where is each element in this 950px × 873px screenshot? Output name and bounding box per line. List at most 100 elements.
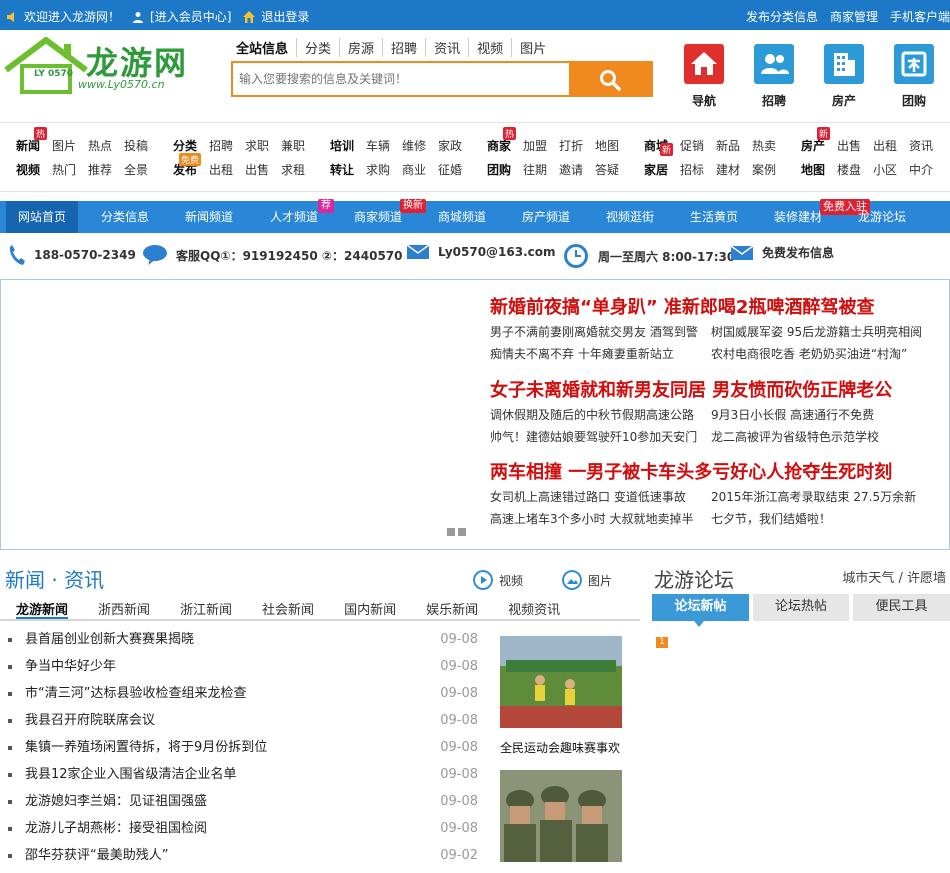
headline-3-sub-3[interactable]: 高速上堵车3个多小时 大叔就地卖掉半 [490,510,693,527]
nav-shortcut[interactable]: 导航 [684,44,724,109]
logo-url: www.Ly0570.cn [78,78,165,91]
forum-tab-new[interactable]: 论坛新帖 [652,594,749,621]
search-tab-jobs[interactable]: 招聘 [383,38,427,57]
forum-tabs: 论坛新帖 论坛热帖 便民工具 [652,594,950,622]
mail-icon [406,244,430,259]
search-icon [600,70,621,91]
list-item[interactable]: 龙游媳妇李兰娟：见证祖国强盛 09-08 [8,792,478,819]
contact-publish[interactable]: 免费发布信息 [730,244,834,261]
headline-1-sub-1[interactable]: 男子不满前妻刚离婚就交男友 酒驾到警 [490,323,698,340]
home-small-icon [243,10,256,23]
nav-classified[interactable]: 分类信息 [101,201,149,233]
search-tab-classified[interactable]: 分类 [297,38,341,57]
logo-badge: LY 0570 [34,69,74,79]
sports-photo [500,636,622,728]
list-item[interactable]: 争当中华好少年 09-08 [8,657,478,684]
list-item[interactable]: 邵华芬获评“最美助残人” 09-02 [8,846,478,873]
realestate-shortcut[interactable]: 房产 [824,44,864,109]
forum-tab-hot[interactable]: 论坛热帖 [753,594,849,621]
header-icons: 导航 招聘 房产 团购 [684,44,934,109]
news-section-title: 新闻 · 资讯 [5,568,105,592]
news-photo-1[interactable]: 全民运动会趣味赛事欢 [500,636,622,756]
headline-2-sub-1[interactable]: 调休假期及随后的中秋节假期高速公路 [490,406,694,423]
jobs-shortcut[interactable]: 招聘 [754,44,794,109]
logout-link[interactable]: 退出登录 [261,8,309,25]
house-logo-icon [4,37,88,94]
headline-1[interactable]: 新婚前夜搞“单身趴” 准新郎喝2瓶啤酒醉驾被查 [490,293,874,319]
news-video-link[interactable]: 视频 [473,570,523,590]
forum-tab-tools[interactable]: 便民工具 [853,594,950,621]
search-box [231,61,653,97]
coupon-icon [894,44,934,84]
nav-home[interactable]: 网站首页 [6,201,79,233]
search-tabs: 全站信息 分类 房源 招聘 资讯 视频 图片 [236,38,554,57]
news-tab-zhejiang[interactable]: 浙江新闻 [180,595,232,619]
nav-mall[interactable]: 商城频道 [438,201,486,233]
top-bar: 欢迎进入龙游网！ [进入会员中心] 退出登录 发布分类信息 商家管理 手机客户端 [0,0,950,30]
news-tab-society[interactable]: 社会新闻 [262,595,314,619]
headline-3-sub-4[interactable]: 七夕节，我们结婚啦！ [711,510,831,527]
publish-info-link[interactable]: 发布分类信息 [746,8,818,25]
list-item[interactable]: 市“清三河”达标县验收检查组来龙检查 09-08 [8,684,478,711]
soldiers-photo [500,770,622,862]
merchant-manage-link[interactable]: 商家管理 [830,8,878,25]
nav-video[interactable]: 视频逛街 [606,201,654,233]
list-item[interactable]: 集镇一养殖场闲置待拆，将于9月份拆到位 09-08 [8,738,478,765]
headline-2-sub-2[interactable]: 9月3日小长假 高速通行不免费 [711,406,874,423]
member-center-link[interactable]: [进入会员中心] [150,8,231,25]
category-group-classified: 分类 招聘 求职 兼职 发布 免费 出租 出售 求租 [173,139,306,177]
headline-1-sub-2[interactable]: 树国威展军姿 95后龙游籍士兵明亮相阅 [711,323,922,340]
nav-realestate[interactable]: 房产频道 [522,201,570,233]
list-item[interactable]: 龙游儿子胡燕彬：接受祖国检阅 09-08 [8,819,478,846]
nav-merchant[interactable]: 商家频道 [354,201,402,233]
nav-forum[interactable]: 龙游论坛 [858,201,906,233]
forum-links[interactable]: 城市天气 / 许愿墙 [842,567,946,586]
headline-3[interactable]: 两车相撞 一男子被卡车头多亏好心人抢夺生死时刻 [490,458,892,484]
nav-talent[interactable]: 人才频道 [270,201,318,233]
nav-decoration[interactable]: 装修建材 [774,201,822,233]
category-group-news: 新闻热图片 热点 投稿 视频 热门 推荐 全景 [16,127,148,185]
list-item[interactable]: 县首届创业创新大赛赛果揭晓 09-08 [8,630,478,657]
search-input[interactable] [233,63,571,95]
news-photo-2[interactable] [500,770,622,865]
list-item[interactable]: 我县召开府院联席会议 09-08 [8,711,478,738]
search-button[interactable] [569,63,651,95]
search-tab-images[interactable]: 图片 [512,38,554,57]
news-list: 县首届创业创新大赛赛果揭晓 09-08 争当中华好少年 09-08 市“清三河”达标… [8,630,478,873]
site-logo[interactable]: LY 0570 龙游网 www.Ly0570.cn [4,36,204,96]
building-icon [824,44,864,84]
headline-3-sub-1[interactable]: 女司机上高速错过路口 变道低速事故 [490,488,686,505]
list-item[interactable]: 我县12家企业入围省级清洁企业名单 09-08 [8,765,478,792]
nav-yellowpages[interactable]: 生活黄页 [690,201,738,233]
groupbuy-shortcut[interactable]: 团购 [894,44,934,109]
news-tab-longyou[interactable]: 龙游新闻 [16,595,69,619]
category-grid: 新闻热图片 热点 投稿 视频 热门 推荐 全景 分类 招聘 求职 兼职 发布 免费 出租 出售 求租 培… [0,122,950,192]
headline-3-sub-2[interactable]: 2015年浙江高考录取结束 27.5万余新 [711,488,916,505]
search-tab-housing[interactable]: 房源 [340,38,384,57]
news-tab-entertainment[interactable]: 娱乐新闻 [426,595,478,619]
picture-icon [562,570,582,590]
contact-phone: 188-0570-2349 [8,244,136,266]
headline-1-sub-4[interactable]: 农村电商很吃香 老奶奶买油进“村淘” [711,345,907,362]
headline-2[interactable]: 女子未离婚就和新男友同居 男友愤而砍伤正牌老公 [490,376,892,402]
category-group-merchant: 商家热加盟 打折 地图 团购 往期 邀请 答疑 [487,127,619,185]
contact-hours: 周一至周六 8:00-17:30 [562,242,735,270]
headline-1-sub-3[interactable]: 痴情夫不离不弃 十年瘫妻重新站立 [490,345,674,362]
phone-icon [9,245,25,265]
nav-news[interactable]: 新闻频道 [185,201,233,233]
news-tab-zhexi[interactable]: 浙西新闻 [98,595,150,619]
mail-icon [730,244,754,260]
contact-qq: 客服QQ①：919192450 ②：2440570 [142,244,403,266]
news-photo-link[interactable]: 图片 [562,570,612,590]
main-nav: 网站首页 分类信息 新闻频道 人才频道 荐 商家频道 换新 商城频道 房产频道 … [0,199,950,233]
search-tab-all[interactable]: 全站信息 [236,38,298,57]
slider-dots[interactable] [447,528,466,536]
headline-2-sub-3[interactable]: 帅气！建德姑娘要驾驶歼10参加天安门 [490,428,697,445]
tab-pointer-icon [694,621,704,627]
news-tab-domestic[interactable]: 国内新闻 [344,595,396,619]
search-tab-news[interactable]: 资讯 [426,38,470,57]
mobile-client-link[interactable]: 手机客户端 [890,8,950,25]
search-tab-video[interactable]: 视频 [469,38,513,57]
headline-2-sub-4[interactable]: 龙二高被评为省级特色示范学校 [711,428,879,445]
news-tab-video[interactable]: 视频资讯 [508,595,560,619]
